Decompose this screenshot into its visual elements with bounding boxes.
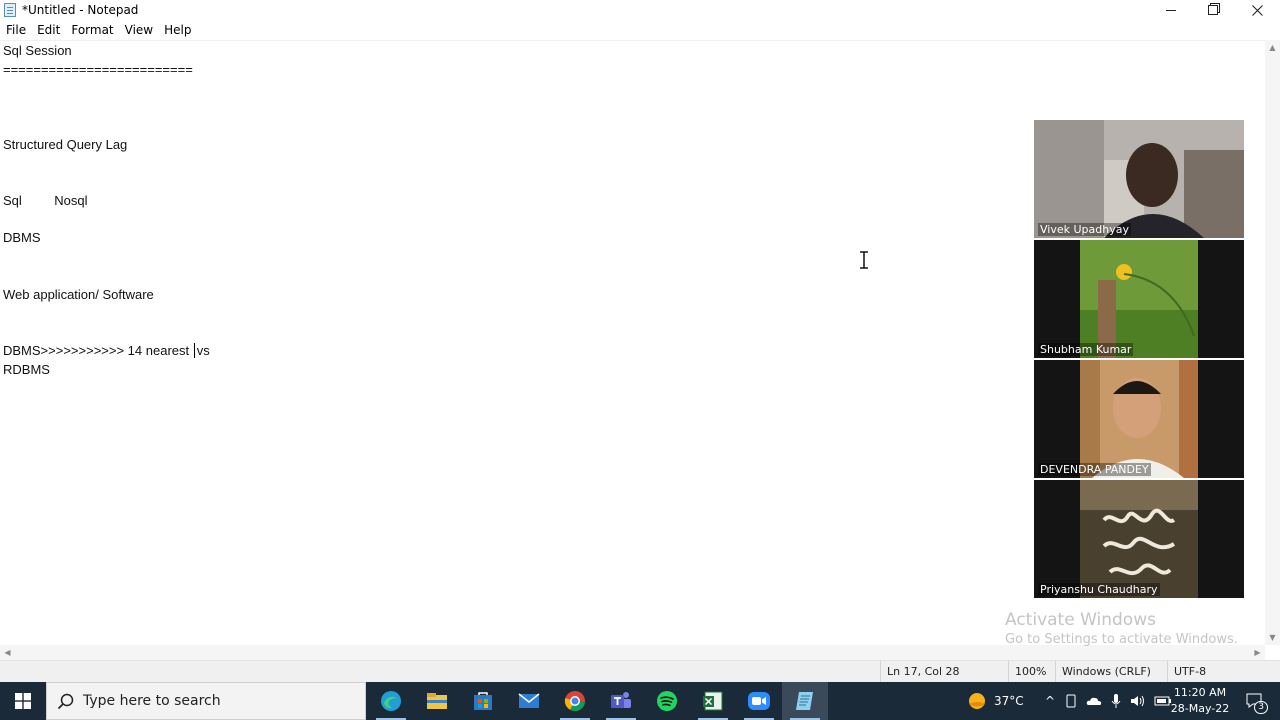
menu-bar: File Edit Format View Help <box>0 20 1280 40</box>
menu-help[interactable]: Help <box>158 20 196 40</box>
menu-format[interactable]: Format <box>65 20 118 40</box>
device-icon[interactable] <box>1064 694 1078 708</box>
taskbar-notepad[interactable] <box>782 682 828 720</box>
taskbar-excel[interactable] <box>690 682 736 720</box>
participant-avatar <box>1034 360 1244 478</box>
microphone-icon[interactable] <box>1110 693 1122 709</box>
notepad-icon <box>4 3 16 17</box>
editor-line-cursor: DBMS>>>>>>>>>>> 14 nearest vs <box>3 343 210 358</box>
search-icon <box>57 693 74 710</box>
weather-temp: 37°C <box>994 694 1024 708</box>
minimize-icon <box>1166 9 1176 11</box>
notification-count: 3 <box>1254 701 1268 714</box>
mail-icon <box>518 693 540 708</box>
clock-time: 11:20 AM <box>1173 686 1227 699</box>
editor-line: ========================= <box>3 62 193 77</box>
restore-icon <box>1208 5 1218 15</box>
status-bar: Ln 17, Col 28 100% Windows (CRLF) UTF-8 <box>0 660 1280 683</box>
taskbar-mail[interactable] <box>506 682 552 720</box>
minimize-button[interactable] <box>1150 0 1192 20</box>
close-icon <box>1251 4 1263 16</box>
participant-name: DEVENDRA PANDEY <box>1038 463 1151 476</box>
spotify-icon <box>657 691 677 711</box>
zoom-level: 100% <box>1008 661 1054 683</box>
zoom-icon <box>748 692 770 710</box>
participant-name: Shubham Kumar <box>1038 343 1134 356</box>
maximize-button[interactable] <box>1192 0 1234 20</box>
editor-text: vs <box>196 343 210 358</box>
taskbar-chrome[interactable] <box>552 682 598 720</box>
editor-line: RDBMS <box>3 362 50 377</box>
close-button[interactable] <box>1236 0 1278 20</box>
participant-name: Priyanshu Chaudhary <box>1038 583 1160 596</box>
vertical-scrollbar[interactable]: ▲ ▼ <box>1265 40 1280 645</box>
excel-icon <box>703 691 723 711</box>
windows-logo-icon <box>15 693 31 709</box>
weather-sun-icon <box>969 693 985 709</box>
window-title: *Untitled - Notepad <box>22 3 139 17</box>
taskbar-zoom[interactable] <box>736 682 782 720</box>
text-caret <box>193 343 195 358</box>
activate-windows-watermark: Activate Windows Go to Settings to activ… <box>1005 610 1238 647</box>
editor-line: Structured Query Lag <box>3 137 128 152</box>
system-tray: ^ <box>1040 682 1172 720</box>
horizontal-scrollbar[interactable]: ◀ ▶ <box>0 645 1265 660</box>
encoding: UTF-8 <box>1167 661 1267 683</box>
watermark-subtext: Go to Settings to activate Windows. <box>1005 632 1238 647</box>
onedrive-icon[interactable] <box>1086 695 1102 707</box>
chrome-icon <box>564 691 586 712</box>
scroll-up-icon[interactable]: ▲ <box>1265 40 1280 55</box>
file-explorer-icon <box>427 693 447 709</box>
participant-avatar <box>1034 240 1244 358</box>
taskbar-teams[interactable] <box>598 682 644 720</box>
editor-line: Web application/ Software <box>3 287 154 302</box>
clock[interactable]: 11:20 AM 28-May-22 <box>1168 685 1232 717</box>
taskbar-store[interactable] <box>460 682 506 720</box>
line-ending: Windows (CRLF) <box>1055 661 1165 683</box>
video-participants-panel: Vivek Upadhyay Shubham Kumar DEVENDRA PA… <box>1034 120 1244 600</box>
editor-line: DBMS <box>3 230 41 245</box>
taskbar-spotify[interactable] <box>644 682 690 720</box>
menu-view[interactable]: View <box>119 20 158 40</box>
notification-center-button[interactable]: 3 <box>1238 682 1272 720</box>
start-button[interactable] <box>0 682 46 720</box>
ibeam-cursor-icon <box>860 251 868 269</box>
menu-edit[interactable]: Edit <box>31 20 65 40</box>
editor-line: Sql Session <box>3 43 72 58</box>
title-bar: *Untitled - Notepad <box>0 0 1280 20</box>
scroll-left-icon[interactable]: ◀ <box>0 645 15 660</box>
scroll-down-icon[interactable]: ▼ <box>1265 630 1280 645</box>
search-placeholder: Type here to search <box>83 693 221 709</box>
store-icon <box>474 692 492 710</box>
participant-tile[interactable]: Priyanshu Chaudhary <box>1034 480 1244 598</box>
taskbar-file-explorer[interactable] <box>414 682 460 720</box>
participant-tile[interactable]: DEVENDRA PANDEY <box>1034 360 1244 478</box>
participant-tile[interactable]: Shubham Kumar <box>1034 240 1244 358</box>
participant-name: Vivek Upadhyay <box>1038 223 1131 236</box>
taskbar: Type here to search 37°C ^ 11:20 AM 28-M… <box>0 682 1280 720</box>
taskbar-search[interactable]: Type here to search <box>46 682 366 720</box>
teams-icon <box>611 692 631 708</box>
participant-avatar <box>1034 480 1244 598</box>
edge-icon <box>381 691 401 711</box>
cursor-position: Ln 17, Col 28 <box>880 661 1006 683</box>
clock-date: 28-May-22 <box>1170 702 1230 715</box>
menu-file[interactable]: File <box>0 20 31 40</box>
participant-video <box>1034 120 1244 238</box>
taskbar-edge[interactable] <box>368 682 414 720</box>
weather-widget[interactable]: 37°C <box>966 682 1024 720</box>
editor-line: Sql Nosql <box>3 193 88 208</box>
participant-tile[interactable]: Vivek Upadhyay <box>1034 120 1244 238</box>
editor-text: DBMS>>>>>>>>>>> 14 nearest <box>3 343 190 358</box>
chevron-up-icon[interactable]: ^ <box>1040 694 1060 708</box>
watermark-heading: Activate Windows <box>1005 610 1156 630</box>
scroll-right-icon[interactable]: ▶ <box>1250 645 1265 660</box>
volume-icon[interactable] <box>1130 694 1146 708</box>
notepad-icon <box>796 692 813 710</box>
